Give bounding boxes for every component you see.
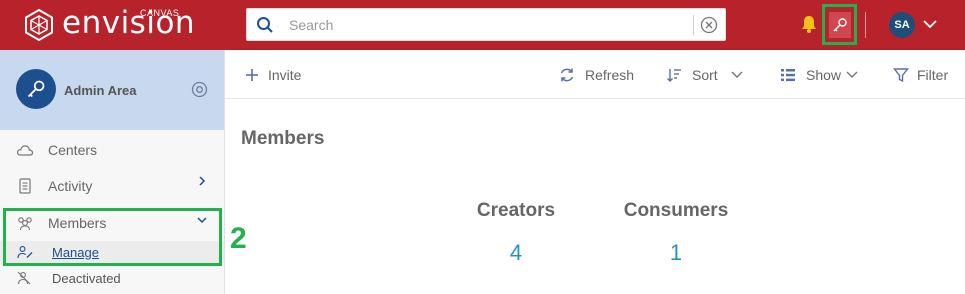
toolbar: Invite Refresh Sort Show Filter: [225, 50, 965, 99]
user-avatar[interactable]: SA: [889, 12, 915, 38]
sidebar-subitem-deactivated[interactable]: Deactivated: [0, 267, 224, 289]
refresh-label: Refresh: [585, 67, 635, 83]
sort-dropdown[interactable]: Sort: [666, 66, 744, 84]
annotation-highlight-box: [3, 208, 222, 266]
chevron-down-icon: [731, 71, 743, 78]
sidebar: Admin Area Centers Activity Members Mana…: [0, 50, 225, 294]
chevron-down-icon[interactable]: [922, 18, 938, 30]
brand-subtitle: CANVAS: [140, 8, 180, 18]
document-icon: [19, 178, 31, 194]
stat-label: Consumers: [623, 200, 729, 221]
sidebar-item-label: Activity: [48, 178, 93, 194]
filter-label: Filter: [917, 67, 949, 83]
sidebar-item-label: Centers: [48, 142, 98, 158]
envision-logo-icon[interactable]: [22, 8, 56, 42]
key-icon: [27, 80, 45, 98]
top-bar: envision CANVAS SA: [0, 0, 965, 50]
search-box: [246, 8, 726, 41]
admin-area-label: Admin Area: [64, 83, 137, 98]
search-input[interactable]: [289, 15, 679, 35]
stat-value[interactable]: 4: [466, 240, 566, 266]
sidebar-subitem-label: Deactivated: [52, 271, 121, 286]
settings-circle-icon[interactable]: [191, 81, 208, 98]
stat-value[interactable]: 1: [616, 240, 736, 266]
bell-icon[interactable]: [800, 14, 818, 34]
clear-search-icon[interactable]: [700, 16, 718, 34]
sidebar-item-centers[interactable]: Centers: [0, 135, 224, 165]
stat-label: Creators: [476, 200, 556, 221]
list-icon: [781, 69, 795, 82]
invite-button[interactable]: Invite: [244, 66, 301, 84]
admin-avatar: [16, 69, 56, 109]
filter-icon: [893, 68, 909, 83]
sort-icon: [667, 69, 681, 82]
creators-stat: Creators 4: [466, 200, 566, 266]
search-icon[interactable]: [256, 16, 274, 34]
refresh-icon: [560, 68, 574, 82]
admin-key-button-inner: [828, 11, 851, 38]
chevron-right-icon[interactable]: [197, 176, 207, 186]
sidebar-item-activity[interactable]: Activity: [0, 171, 224, 201]
filter-button[interactable]: Filter: [893, 66, 948, 84]
page-title: Members: [241, 128, 325, 149]
admin-area-card[interactable]: Admin Area: [0, 50, 224, 130]
refresh-button[interactable]: Refresh: [559, 66, 634, 84]
deactivated-user-icon: [17, 271, 31, 285]
plus-icon: [246, 69, 258, 81]
topbar-divider: [865, 12, 866, 38]
consumers-stat: Consumers 1: [616, 200, 736, 266]
admin-key-button[interactable]: [822, 4, 857, 45]
show-label: Show: [806, 67, 842, 83]
chevron-down-icon: [846, 71, 858, 78]
search-divider: [693, 15, 694, 35]
invite-label: Invite: [268, 67, 302, 83]
sort-label: Sort: [692, 67, 718, 83]
annotation-number-2: 2: [230, 222, 247, 255]
cloud-icon: [16, 145, 34, 156]
key-icon: [833, 17, 847, 31]
show-dropdown[interactable]: Show: [780, 66, 859, 84]
